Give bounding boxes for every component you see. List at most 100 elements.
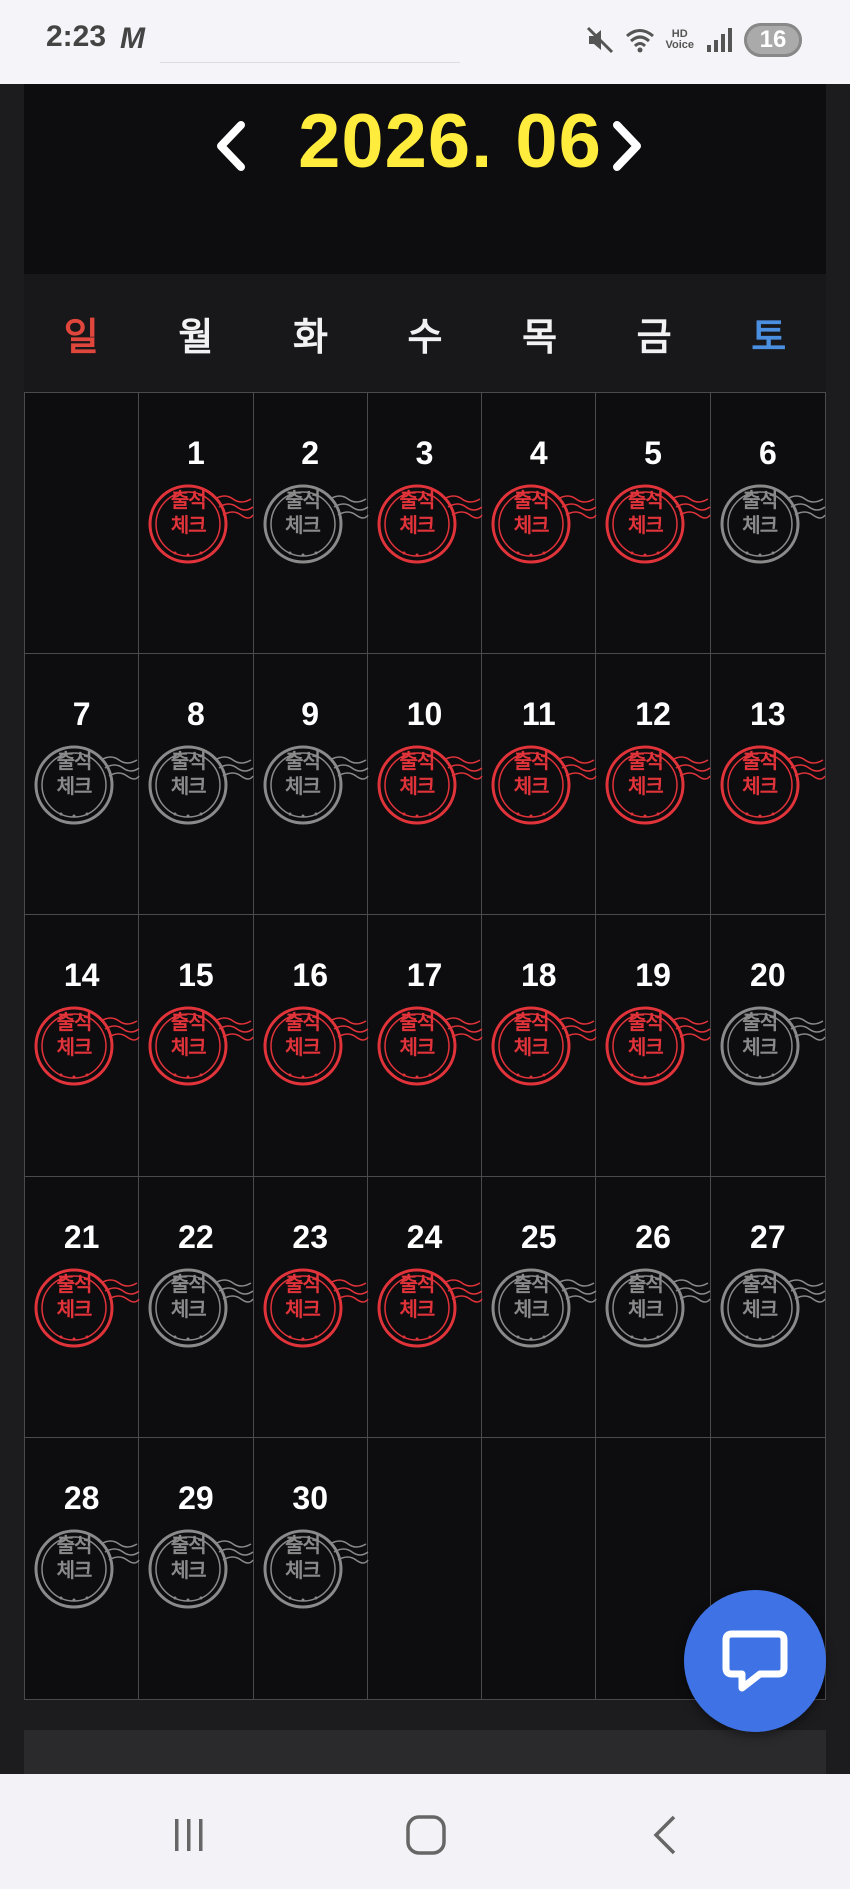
attendance-stamp-checked[interactable]: 출석 체크 bbox=[602, 481, 712, 567]
status-icons: HD Voice 16 bbox=[585, 20, 802, 60]
chat-bubble-icon bbox=[722, 1630, 788, 1692]
stamp-label: 출석 체크 bbox=[170, 490, 207, 537]
attendance-stamp-unchecked[interactable]: 출석 체크 bbox=[260, 481, 370, 567]
stamp-label: 출석 체크 bbox=[628, 1273, 664, 1321]
day-number: 18 bbox=[520, 957, 557, 994]
attendance-stamp-unchecked[interactable]: 출석 체크 bbox=[488, 1265, 598, 1351]
chevron-left-icon bbox=[217, 121, 245, 171]
attendance-stamp-unchecked[interactable]: 출석 체크 bbox=[31, 1526, 141, 1612]
stamp-label: 출석 체크 bbox=[56, 1534, 93, 1582]
attendance-stamp-unchecked[interactable]: 출석 체크 bbox=[260, 742, 370, 828]
calendar-day-cell: 27 출석 체크 bbox=[710, 1177, 827, 1438]
back-icon bbox=[653, 1815, 676, 1855]
attendance-stamp-checked[interactable]: 출석 체크 bbox=[488, 481, 598, 567]
calendar-day-cell: 16 출석 체크 bbox=[253, 915, 370, 1177]
weekday-thu: 목 bbox=[522, 316, 558, 359]
day-number: 30 bbox=[292, 1479, 328, 1516]
prev-month-button[interactable] bbox=[200, 110, 260, 182]
calendar-day-cell: 12 출석 체크 bbox=[596, 654, 712, 916]
attendance-stamp-checked[interactable]: 출석 체크 bbox=[602, 742, 712, 828]
recent-apps-button[interactable] bbox=[159, 1810, 219, 1860]
stamp-label: 출석 체크 bbox=[170, 1012, 207, 1060]
calendar-day-cell: 2 출석 체크 bbox=[253, 393, 370, 655]
back-button[interactable] bbox=[636, 1810, 696, 1860]
stamp-label: 출석 체크 bbox=[285, 1534, 321, 1582]
attendance-stamp-checked[interactable]: 출석 체크 bbox=[488, 1003, 598, 1089]
day-number: 8 bbox=[187, 696, 205, 733]
attendance-stamp-unchecked[interactable]: 출석 체크 bbox=[145, 742, 255, 828]
attendance-stamp-checked[interactable]: 출석 체크 bbox=[717, 742, 827, 828]
attendance-stamp-unchecked[interactable]: 출석 체크 bbox=[717, 481, 827, 567]
calendar-day-cell: 4 출석 체크 bbox=[482, 393, 598, 655]
bottom-panel bbox=[24, 1730, 826, 1774]
home-button[interactable] bbox=[396, 1810, 456, 1860]
attendance-stamp-checked[interactable]: 출석 체크 bbox=[31, 1265, 141, 1351]
attendance-stamp-checked[interactable]: 출석 체크 bbox=[374, 1003, 484, 1089]
calendar-day-cell: 15 출석 체크 bbox=[139, 915, 255, 1177]
calendar-day-cell: 14 출석 체크 bbox=[25, 915, 141, 1177]
stamp-label: 출석 체크 bbox=[513, 1012, 550, 1060]
chat-button[interactable] bbox=[684, 1590, 826, 1732]
day-number: 17 bbox=[406, 957, 443, 994]
stamp-label: 출석 체크 bbox=[742, 1273, 778, 1321]
calendar-day-cell: 28 출석 체크 bbox=[25, 1437, 141, 1699]
hd-voice-icon: HD Voice bbox=[665, 28, 694, 51]
stamp-label: 출석 체크 bbox=[628, 751, 664, 799]
attendance-stamp-checked[interactable]: 출석 체크 bbox=[488, 742, 598, 828]
empty-day-cell bbox=[25, 393, 140, 655]
home-icon bbox=[406, 1815, 446, 1855]
attendance-stamp-unchecked[interactable]: 출석 체크 bbox=[145, 1265, 255, 1351]
stamp-label: 출석 체크 bbox=[513, 490, 550, 537]
status-time: 2:23 bbox=[46, 20, 107, 53]
attendance-stamp-unchecked[interactable]: 출석 체크 bbox=[717, 1265, 827, 1351]
next-month-button[interactable] bbox=[598, 110, 658, 182]
attendance-stamp-checked[interactable]: 출석 체크 bbox=[260, 1003, 370, 1089]
recent-apps-icon bbox=[175, 1819, 203, 1851]
stamp-label: 출석 체크 bbox=[742, 490, 778, 537]
attendance-stamp-unchecked[interactable]: 출석 체크 bbox=[602, 1265, 712, 1351]
attendance-stamp-unchecked[interactable]: 출석 체크 bbox=[717, 1003, 827, 1089]
attendance-stamp-checked[interactable]: 출석 체크 bbox=[602, 1003, 712, 1089]
stamp-label: 출석 체크 bbox=[285, 1012, 321, 1060]
attendance-stamp-checked[interactable]: 출석 체크 bbox=[145, 1003, 255, 1089]
stamp-label: 출석 체크 bbox=[170, 1273, 207, 1321]
calendar-day-cell: 3 출석 체크 bbox=[367, 393, 484, 655]
attendance-stamp-checked[interactable]: 출석 체크 bbox=[374, 1265, 484, 1351]
stamp-label: 출석 체크 bbox=[170, 751, 207, 799]
calendar-day-cell: 5 출석 체크 bbox=[596, 393, 712, 655]
weekday-tue: 화 bbox=[292, 316, 328, 359]
stamp-label: 출석 체크 bbox=[628, 490, 664, 537]
stamp-label: 출석 체크 bbox=[285, 751, 321, 799]
attendance-stamp-checked[interactable]: 출석 체크 bbox=[31, 1003, 141, 1089]
calendar-day-cell: 13 출석 체크 bbox=[710, 654, 827, 916]
attendance-stamp-checked[interactable]: 출석 체크 bbox=[145, 481, 255, 567]
attendance-stamp-unchecked[interactable]: 출석 체크 bbox=[31, 742, 141, 828]
day-number: 4 bbox=[529, 435, 548, 471]
attendance-page: 2026. 06 일 월 화 수 목 금 토 1 출석 체크 2 출석 체크 3 출석 체크 4 출… bbox=[0, 84, 850, 1774]
calendar-day-cell: 10 출석 체크 bbox=[367, 654, 484, 916]
day-number: 25 bbox=[520, 1218, 557, 1255]
stamp-label: 출석 체크 bbox=[285, 1273, 321, 1321]
calendar-day-cell: 11 출석 체크 bbox=[482, 654, 598, 916]
weekday-sun: 일 bbox=[63, 316, 99, 359]
stamp-label: 출석 체크 bbox=[742, 1012, 778, 1060]
empty-day-cell bbox=[482, 1437, 597, 1699]
day-number: 21 bbox=[63, 1218, 100, 1255]
calendar-day-cell: 17 출석 체크 bbox=[367, 915, 484, 1177]
weekday-wed: 수 bbox=[407, 316, 443, 359]
empty-day-cell bbox=[368, 1437, 483, 1699]
calendar-grid: 1 출석 체크 2 출석 체크 3 출석 체크 4 출석 체크 5 출석 체크 6 출석 체크 7 출석 체크 8 출석 체크… bbox=[24, 392, 826, 1700]
weekday-fri: 금 bbox=[636, 316, 672, 359]
day-number: 24 bbox=[406, 1218, 443, 1255]
stamp-label: 출석 체크 bbox=[513, 1273, 550, 1321]
calendar-day-cell: 24 출석 체크 bbox=[367, 1176, 484, 1438]
attendance-stamp-unchecked[interactable]: 출석 체크 bbox=[145, 1526, 255, 1612]
attendance-stamp-unchecked[interactable]: 출석 체크 bbox=[260, 1526, 370, 1612]
system-nav-bar bbox=[0, 1774, 850, 1889]
battery-icon: 16 bbox=[744, 23, 802, 57]
calendar-day-cell: 30 출석 체크 bbox=[254, 1437, 370, 1699]
day-number: 9 bbox=[301, 696, 320, 733]
attendance-stamp-checked[interactable]: 출석 체크 bbox=[374, 481, 484, 567]
attendance-stamp-checked[interactable]: 출석 체크 bbox=[260, 1265, 370, 1351]
attendance-stamp-checked[interactable]: 출석 체크 bbox=[374, 742, 484, 828]
